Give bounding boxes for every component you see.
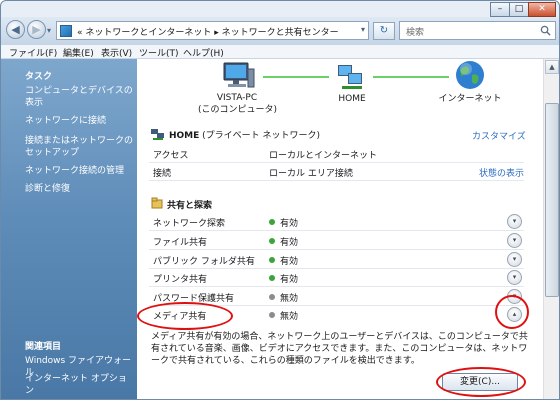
highlight-circle-expander xyxy=(495,295,529,329)
sharing-heading: 共有と探索 xyxy=(167,201,213,211)
view-status-link[interactable]: 状態の表示 xyxy=(479,166,524,179)
computer-icon[interactable] xyxy=(221,61,255,91)
minimize-button[interactable]: – xyxy=(490,2,510,17)
menu-tools[interactable]: ツール(T) xyxy=(139,46,179,59)
connection-line-home-internet xyxy=(373,76,449,78)
network-icon xyxy=(151,129,164,140)
magnifier-icon[interactable] xyxy=(540,25,551,36)
network-name: HOME xyxy=(169,131,200,141)
info-row-connection: 接続 ローカル エリア接続 状態の表示 xyxy=(149,163,524,181)
sharing-status: 有効 xyxy=(280,257,299,267)
expand-button[interactable]: ▾ xyxy=(507,214,522,229)
task-heading: タスク xyxy=(25,72,53,82)
vertical-scrollbar[interactable]: ▲ xyxy=(543,59,559,399)
refresh-button[interactable]: ↻ xyxy=(373,22,395,40)
info-label: 接続 xyxy=(153,169,172,179)
related-heading: 関連項目 xyxy=(25,342,62,352)
sharing-status: 有効 xyxy=(280,275,299,285)
sharing-label: ファイル共有 xyxy=(153,238,208,248)
sharing-row-network-discovery: ネットワーク探索 有効 ▾ xyxy=(149,213,524,231)
sharing-status: 有効 xyxy=(280,219,299,229)
info-value: ローカルとインターネット xyxy=(269,151,378,161)
globe-icon[interactable] xyxy=(454,59,486,91)
scroll-up-arrow-icon[interactable]: ▲ xyxy=(545,60,559,74)
sharing-status: 有効 xyxy=(280,238,299,248)
highlight-circle-media-sharing xyxy=(137,302,233,330)
maximize-button[interactable]: □ xyxy=(509,2,529,17)
customize-link[interactable]: カスタマイズ xyxy=(472,129,526,142)
sharing-row-file-sharing: ファイル共有 有効 ▾ xyxy=(149,232,524,250)
close-button[interactable]: ✕ xyxy=(528,2,556,17)
menu-view[interactable]: 表示(V) xyxy=(101,46,132,59)
network-folder-icon xyxy=(60,25,72,37)
search-placeholder: 検索 xyxy=(406,28,425,38)
expand-button[interactable]: ▾ xyxy=(507,233,522,248)
sharing-label: パブリック フォルダ共有 xyxy=(153,257,255,267)
task-connect-network[interactable]: ネットワークに接続 xyxy=(25,115,133,127)
forward-button[interactable]: ▶ xyxy=(27,20,46,39)
sharing-status: 無効 xyxy=(280,294,299,304)
navigation-bar: ◀ ▶ ▾ « ネットワークとインターネット ▸ ネットワークと共有センター ▾… xyxy=(1,17,559,45)
task-manage-connections[interactable]: ネットワーク接続の管理 xyxy=(25,165,133,177)
expand-button[interactable]: ▾ xyxy=(507,252,522,267)
task-view-computers-devices[interactable]: コンピュータとデバイスの表示 xyxy=(25,85,133,109)
title-bar: – □ ✕ xyxy=(1,1,559,17)
status-on-icon xyxy=(269,275,275,281)
node-label-internet: インターネット xyxy=(438,94,502,104)
search-input[interactable]: 検索 xyxy=(399,21,556,40)
media-sharing-description: メディア共有が有効の場合、ネットワーク上のユーザーとデバイスは、このコンピュータ… xyxy=(151,332,528,366)
task-pane: タスク コンピュータとデバイスの表示 ネットワークに接続 接続またはネットワーク… xyxy=(1,59,137,399)
status-on-icon xyxy=(269,257,275,263)
back-button[interactable]: ◀ xyxy=(6,20,25,39)
sharing-status: 無効 xyxy=(280,312,299,322)
node-label-vista-pc: VISTA-PC xyxy=(216,93,258,103)
status-on-icon xyxy=(269,238,275,244)
menu-help[interactable]: ヘルプ(H) xyxy=(183,46,224,59)
info-row-access: アクセス ローカルとインターネット xyxy=(149,145,524,163)
sharing-label: ネットワーク探索 xyxy=(153,219,226,229)
related-internet-options[interactable]: インターネット オプション xyxy=(25,373,133,397)
address-text: « ネットワークとインターネット ▸ ネットワークと共有センター xyxy=(77,28,339,38)
network-title: HOME (プライベート ネットワーク) xyxy=(169,128,320,141)
expand-button[interactable]: ▾ xyxy=(507,270,522,285)
network-icon[interactable] xyxy=(336,61,366,91)
status-off-icon xyxy=(269,294,275,300)
network-sharing-center-window: – □ ✕ ◀ ▶ ▾ « ネットワークとインターネット ▸ ネットワークと共有… xyxy=(0,0,560,400)
task-diagnose-repair[interactable]: 診断と修復 xyxy=(25,183,133,195)
status-off-icon xyxy=(269,312,275,318)
menu-file[interactable]: ファイル(F) xyxy=(9,46,57,59)
node-sublabel-this-computer: (このコンピュータ) xyxy=(198,105,278,115)
status-on-icon xyxy=(269,219,275,225)
recent-pages-dropdown-icon[interactable]: ▾ xyxy=(47,26,51,35)
info-value: ローカル エリア接続 xyxy=(269,169,353,179)
network-type: (プライベート ネットワーク) xyxy=(202,131,321,141)
chevron-down-icon[interactable]: ▾ xyxy=(361,25,365,34)
menu-bar: ファイル(F) 編集(E) 表示(V) ツール(T) ヘルプ(H) xyxy=(1,45,559,59)
sharing-row-public-folder: パブリック フォルダ共有 有効 ▾ xyxy=(149,251,524,269)
sharing-label: プリンタ共有 xyxy=(153,275,208,285)
menu-edit[interactable]: 編集(E) xyxy=(63,46,94,59)
info-label: アクセス xyxy=(153,151,189,161)
node-label-home: HOME xyxy=(338,94,366,104)
address-bar[interactable]: « ネットワークとインターネット ▸ ネットワークと共有センター ▾ xyxy=(56,21,369,40)
highlight-circle-change-button xyxy=(436,367,526,397)
connection-line-pc-home xyxy=(263,76,329,78)
sharing-row-printer: プリンタ共有 有効 ▾ xyxy=(149,269,524,287)
scroll-thumb[interactable] xyxy=(545,103,559,297)
task-setup-connection[interactable]: 接続またはネットワークのセットアップ xyxy=(25,135,133,159)
sharing-icon xyxy=(151,197,163,209)
